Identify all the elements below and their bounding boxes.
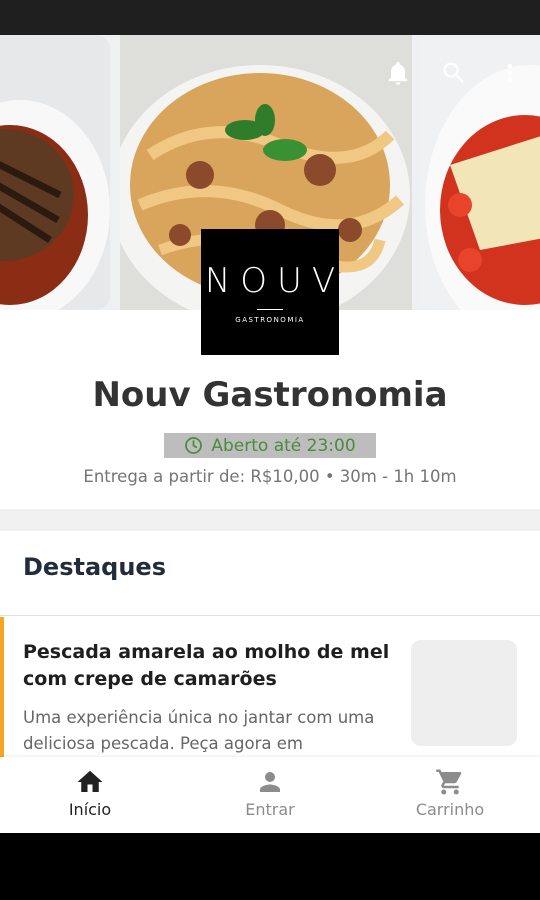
- featured-item-description: Uma experiência única no jantar com uma …: [23, 708, 375, 753]
- system-navigation-bar: [0, 833, 540, 900]
- app-screen: NOUV GASTRONOMIA Nouv Gastronomia Aberto…: [0, 35, 540, 833]
- open-status-badge: Aberto até 23:00: [164, 433, 376, 458]
- logo-word: NOUV: [204, 260, 346, 301]
- cart-icon: [436, 769, 462, 795]
- restaurant-name: Nouv Gastronomia: [92, 375, 448, 415]
- nav-item-inicio[interactable]: Início: [0, 757, 180, 833]
- restaurant-logo: NOUV GASTRONOMIA: [201, 229, 339, 355]
- open-status-text: Aberto até 23:00: [211, 435, 356, 456]
- status-bar: [0, 0, 540, 35]
- featured-item-title: Pescada amarela ao molho de mel com crep…: [23, 641, 390, 690]
- clock-icon: [185, 437, 203, 454]
- bottom-navigation: Início Entrar Carrinho: [0, 757, 540, 833]
- section-title: Destaques: [23, 553, 166, 581]
- delivery-info: Entrega a partir de: R$10,00 • 30m - 1h …: [83, 467, 457, 486]
- more-vert-icon[interactable]: [496, 59, 524, 87]
- home-icon: [77, 770, 103, 792]
- nav-label-carrinho: Carrinho: [415, 800, 485, 819]
- logo-divider: [257, 308, 283, 310]
- section-divider: [0, 509, 540, 531]
- person-icon: [260, 772, 280, 792]
- nav-label-inicio: Início: [68, 800, 112, 819]
- section-separator: [0, 615, 540, 616]
- nav-item-carrinho[interactable]: Carrinho: [360, 757, 540, 833]
- search-icon[interactable]: [440, 59, 468, 87]
- bell-icon[interactable]: [384, 59, 412, 87]
- nav-label-entrar: Entrar: [245, 800, 295, 819]
- nav-item-entrar[interactable]: Entrar: [180, 757, 360, 833]
- steak-dish-image: [0, 35, 110, 310]
- featured-item-thumbnail: [411, 640, 517, 746]
- header-actions: [384, 59, 524, 87]
- featured-item-card[interactable]: Pescada amarela ao molho de mel com crep…: [0, 617, 540, 757]
- logo-subtitle: GASTRONOMIA: [235, 315, 305, 324]
- card-accent-bar: [0, 617, 4, 757]
